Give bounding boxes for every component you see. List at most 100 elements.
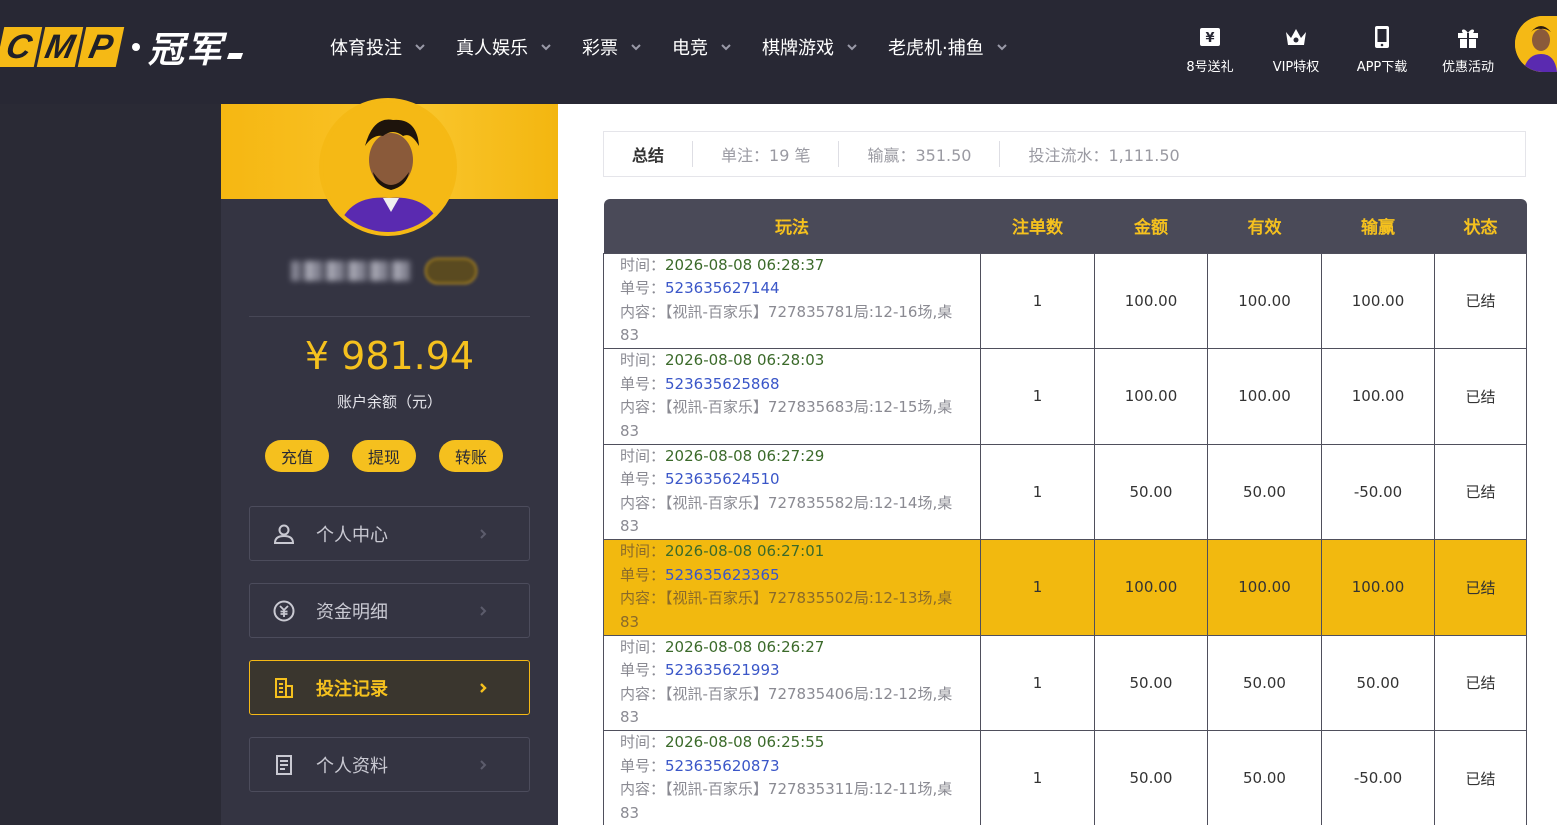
site-logo[interactable]: C M P 冠军 — [0, 24, 244, 71]
sidebar-item-personal-center[interactable]: 个人中心 — [249, 506, 530, 561]
bet-no-line: 单号：523635621993 — [620, 659, 970, 683]
bet-amount: 50.00 — [1094, 443, 1208, 540]
chevron-down-icon — [631, 44, 641, 51]
main-content: 总结 单注：19 笔 输赢：351.50 投注流水：1,111.50 玩法 注单… — [558, 104, 1557, 825]
bet-time-line: 时间：2026-08-08 06:26:27 — [620, 636, 970, 660]
summary-turnover: 投注流水：1,111.50 — [1028, 146, 1180, 165]
bet-time-line: 时间：2026-08-08 06:25:55 — [620, 731, 970, 755]
bet-content-line: 内容：【视訊-百家乐】727835582局:12-14场,桌83 — [620, 492, 970, 539]
nav-lottery[interactable]: 彩票 — [582, 34, 642, 60]
col-header-count: 注单数 — [980, 199, 1095, 253]
sidebar-item-label: 投注记录 — [316, 678, 388, 700]
bet-time: 2026-08-08 06:27:29 — [665, 446, 825, 465]
transfer-button[interactable]: 转账 — [439, 440, 503, 472]
bet-status: 已结 — [1434, 634, 1527, 731]
time-label: 时间： — [620, 542, 666, 561]
bet-time-line: 时间：2026-08-08 06:27:29 — [620, 445, 970, 469]
time-label: 时间： — [620, 446, 666, 465]
nav-esports[interactable]: 电竞 — [672, 34, 732, 60]
chevron-down-icon — [415, 44, 425, 51]
tool-promotions[interactable]: 优惠活动 — [1425, 0, 1511, 75]
time-label: 时间： — [620, 255, 666, 274]
sidebar-item-fund-details[interactable]: 资金明细 — [249, 583, 530, 638]
chevron-right-icon — [480, 683, 487, 693]
logo-cmp: C M P — [0, 27, 125, 67]
avatar[interactable] — [1515, 16, 1557, 72]
tool-gift-8[interactable]: ¥ 8号送礼 — [1167, 0, 1253, 75]
tool-vip[interactable]: VIP特权 — [1253, 0, 1339, 75]
table-row[interactable]: 时间：2026-08-08 06:27:29 单号：523635624510 内容：… — [603, 443, 1527, 540]
nav-card-games[interactable]: 棋牌游戏 — [762, 34, 858, 60]
bet-content: 【视訊-百家乐】727835683局:12-15场,桌83 — [620, 398, 953, 440]
table-row[interactable]: 时间：2026-08-08 06:25:55 单号：523635620873 内容：… — [603, 730, 1527, 825]
bet-winloss: 100.00 — [1321, 348, 1435, 445]
bet-order-number[interactable]: 523635627144 — [665, 279, 780, 297]
bet-winloss: 100.00 — [1321, 252, 1435, 349]
bet-content-line: 内容：【视訊-百家乐】727835781局:12-16场,桌83 — [620, 301, 970, 348]
table-row[interactable]: 时间：2026-08-08 06:28:37 单号：523635627144 内容：… — [603, 252, 1527, 349]
nav-live-casino[interactable]: 真人娱乐 — [456, 34, 552, 60]
bet-order-number[interactable]: 523635620873 — [665, 757, 780, 775]
nav-slots-fishing[interactable]: 老虎机·捕鱼 — [888, 34, 1008, 60]
chevron-down-icon — [997, 44, 1007, 51]
sidebar: ¥ 981.94 账户余额（元） 充值 提现 转账 个人中心 资金明细 投注记录… — [221, 98, 558, 825]
bet-amount: 100.00 — [1094, 539, 1208, 636]
bet-time: 2026-08-08 06:26:27 — [665, 637, 825, 656]
bet-no-line: 单号：523635623365 — [620, 564, 970, 588]
bet-no-line: 单号：523635620873 — [620, 755, 970, 779]
bet-order-number[interactable]: 523635621993 — [665, 661, 780, 679]
sidebar-item-label: 资金明细 — [316, 601, 388, 623]
nav-sports[interactable]: 体育投注 — [330, 34, 426, 60]
bet-info-cell: 时间：2026-08-08 06:28:03 单号：523635625868 内容：… — [603, 348, 981, 445]
table-row[interactable]: 时间：2026-08-08 06:26:27 单号：523635621993 内容：… — [603, 634, 1527, 731]
bet-amount: 100.00 — [1094, 348, 1208, 445]
table-row[interactable]: 时间：2026-08-08 06:27:01 单号：523635623365 内容：… — [603, 539, 1527, 636]
sidebar-item-profile[interactable]: 个人资料 — [249, 737, 530, 792]
bet-content-line: 内容：【视訊-百家乐】727835683局:12-15场,桌83 — [620, 396, 970, 443]
bet-records-table: 玩法 注单数 金额 有效 输赢 状态 时间：2026-08-08 06:28:3… — [603, 199, 1527, 825]
bet-valid: 50.00 — [1207, 730, 1322, 825]
sidebar-item-label: 个人中心 — [316, 524, 388, 546]
bet-valid: 100.00 — [1207, 252, 1322, 349]
content-label: 内容： — [620, 493, 666, 512]
bet-content: 【视訊-百家乐】727835582局:12-14场,桌83 — [620, 493, 953, 536]
tool-label: APP下载 — [1356, 60, 1408, 75]
col-header-game: 玩法 — [603, 199, 981, 253]
order-label: 单号： — [620, 756, 666, 775]
bet-info-cell: 时间：2026-08-08 06:27:01 单号：523635623365 内容：… — [603, 539, 981, 636]
bet-amount: 50.00 — [1094, 730, 1208, 825]
chevron-down-icon — [847, 44, 857, 51]
logo-dot — [132, 43, 140, 51]
sidebar-item-bet-records[interactable]: 投注记录 — [249, 660, 530, 715]
bet-order-number[interactable]: 523635624510 — [665, 470, 780, 488]
phone-icon — [1375, 26, 1389, 48]
table-header: 玩法 注单数 金额 有效 输赢 状态 — [603, 199, 1527, 253]
profile-avatar[interactable] — [319, 98, 457, 236]
nav-label: 老虎机·捕鱼 — [888, 38, 984, 59]
bet-order-number[interactable]: 523635625868 — [665, 375, 780, 393]
bet-count: 1 — [980, 348, 1095, 445]
bet-time: 2026-08-08 06:25:55 — [665, 733, 825, 752]
top-bar: C M P 冠军 体育投注 真人娱乐 彩票 电竞 棋牌游戏 老虎机·捕鱼 ¥ 8… — [0, 0, 1557, 104]
bet-status: 已结 — [1434, 539, 1527, 636]
tool-app-download[interactable]: APP下载 — [1339, 0, 1425, 75]
withdraw-button[interactable]: 提现 — [352, 440, 416, 472]
table-row[interactable]: 时间：2026-08-08 06:28:03 单号：523635625868 内容：… — [603, 348, 1527, 445]
col-header-amount: 金额 — [1094, 199, 1208, 253]
nav-label: 棋牌游戏 — [762, 38, 834, 59]
tool-label: VIP特权 — [1272, 60, 1320, 75]
content-label: 内容： — [620, 589, 666, 608]
bet-content: 【视訊-百家乐】727835406局:12-12场,桌83 — [620, 684, 953, 727]
col-header-valid: 有效 — [1207, 199, 1322, 253]
bet-winloss: -50.00 — [1321, 730, 1435, 825]
bet-amount: 50.00 — [1094, 634, 1208, 731]
deposit-button[interactable]: 充值 — [265, 440, 329, 472]
summary-title: 总结 — [632, 146, 665, 165]
content-label: 内容： — [620, 684, 666, 703]
bet-content: 【视訊-百家乐】727835502局:12-13场,桌83 — [620, 589, 953, 631]
bet-no-line: 单号：523635625868 — [620, 373, 970, 397]
username-blur — [291, 261, 411, 281]
bet-count: 1 — [980, 252, 1095, 349]
order-label: 单号： — [620, 565, 666, 584]
bet-order-number[interactable]: 523635623365 — [665, 566, 780, 584]
